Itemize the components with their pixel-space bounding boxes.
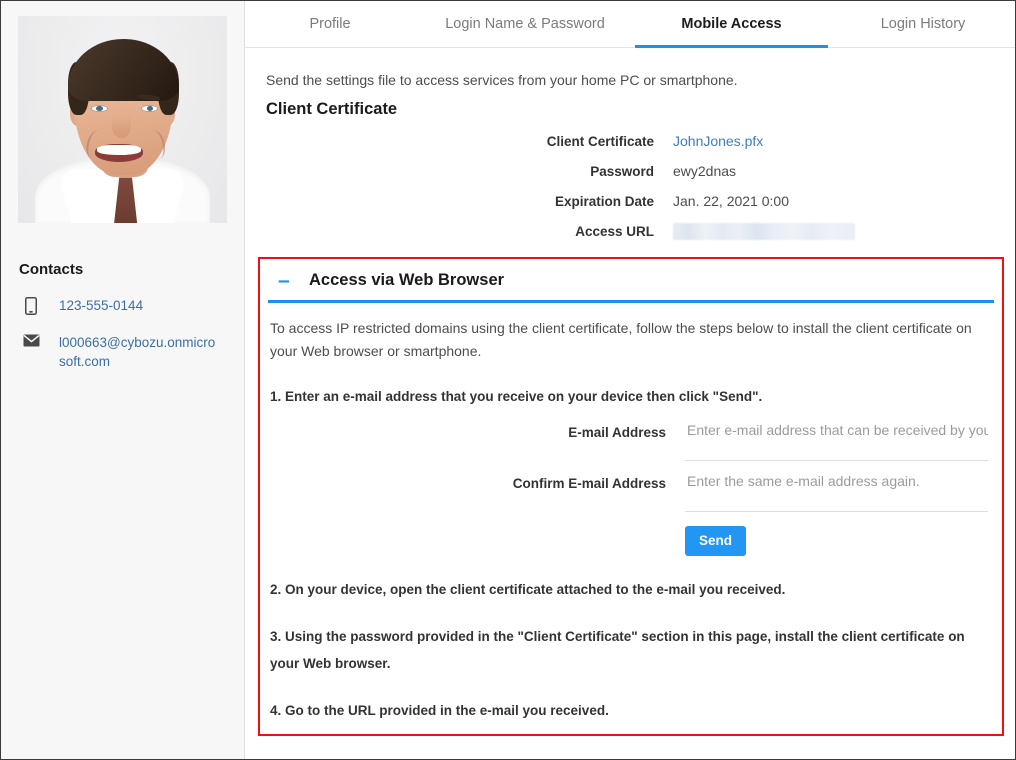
step-2-text: 2. On your device, open the client certi…: [270, 582, 786, 597]
contact-email-row[interactable]: l000663@cybozu.onmicrosoft.com: [21, 333, 244, 371]
step-1-text: 1. Enter an e-mail address that you rece…: [270, 389, 763, 404]
access-url-redacted-value: [673, 223, 855, 240]
step-3-text: 3. Using the password provided in the "C…: [270, 629, 965, 671]
content-area: Send the settings file to access service…: [245, 72, 1015, 759]
tab-login-history[interactable]: Login History: [828, 1, 1015, 47]
sidebar: Contacts 123-555-0144 l000663@cybozu.onm…: [1, 1, 245, 759]
web-browser-panel-title: Access via Web Browser: [309, 271, 505, 289]
confirm-email-address-input[interactable]: [685, 471, 988, 512]
client-certificate-heading: Client Certificate: [266, 100, 398, 118]
avatar: [18, 16, 227, 223]
tab-login-name-password-label: Login Name & Password: [445, 16, 605, 32]
tab-login-history-label: Login History: [880, 16, 966, 32]
tab-login-name-password[interactable]: Login Name & Password: [415, 1, 635, 47]
minus-icon[interactable]: –: [278, 270, 298, 291]
tab-mobile-access[interactable]: Mobile Access: [635, 1, 828, 48]
info-label-access-url: Access URL: [575, 224, 654, 239]
info-label-client-certificate: Client Certificate: [546, 133, 654, 149]
tab-bar: Profile Login Name & Password Mobile Acc…: [245, 1, 1015, 48]
web-browser-panel-body: To access IP restricted domains using th…: [260, 317, 1002, 734]
confirm-email-address-input-wrap: [685, 471, 988, 512]
tab-mobile-access-label: Mobile Access: [681, 16, 782, 32]
contact-phone-row[interactable]: 123-555-0144: [21, 296, 244, 315]
contact-phone-value[interactable]: 123-555-0144: [59, 296, 219, 315]
tab-profile[interactable]: Profile: [245, 1, 415, 47]
pupil-left-shape: [96, 105, 103, 111]
pupil-right-shape: [146, 105, 153, 111]
web-browser-panel-description: To access IP restricted domains using th…: [270, 320, 972, 359]
info-label-expiration-date: Expiration Date: [554, 193, 654, 209]
web-browser-panel-header[interactable]: – Access via Web Browser: [268, 259, 994, 303]
info-row-password: Password ewy2dnas: [245, 163, 1015, 179]
envelope-icon: [21, 334, 41, 347]
info-row-access-url: Access URL: [245, 223, 1015, 240]
info-label-password: Password: [590, 163, 654, 179]
teeth-shape: [97, 145, 142, 155]
confirm-email-address-label: Confirm E-mail Address: [512, 476, 666, 491]
email-address-label: E-mail Address: [568, 425, 666, 440]
confirm-email-address-row: Confirm E-mail Address: [268, 471, 994, 512]
expiration-date-value: Jan. 22, 2021 0:00: [673, 193, 789, 209]
email-address-input-wrap: [685, 420, 988, 461]
contact-email-value[interactable]: l000663@cybozu.onmicrosoft.com: [59, 333, 219, 371]
send-row-spacer: [268, 526, 685, 556]
contacts-heading: Contacts: [19, 261, 84, 278]
mouth-shape: [95, 144, 144, 162]
main-area: Profile Login Name & Password Mobile Acc…: [245, 1, 1015, 759]
send-button-row: Send: [268, 526, 994, 556]
page-root: Contacts 123-555-0144 l000663@cybozu.onm…: [0, 0, 1016, 760]
step-4-text: 4. Go to the URL provided in the e-mail …: [270, 703, 609, 718]
email-address-row: E-mail Address: [268, 420, 994, 461]
intro-text: Send the settings file to access service…: [266, 72, 738, 88]
client-certificate-file-link[interactable]: JohnJones.pfx: [673, 133, 763, 149]
nose-shape: [112, 115, 131, 139]
password-value: ewy2dnas: [673, 163, 737, 179]
tab-profile-label: Profile: [309, 16, 351, 32]
mobile-phone-icon: [21, 297, 41, 315]
info-row-client-certificate: Client Certificate JohnJones.pfx: [245, 133, 1015, 149]
info-row-expiration-date: Expiration Date Jan. 22, 2021 0:00: [245, 193, 1015, 209]
access-via-web-browser-panel: – Access via Web Browser To access IP re…: [258, 257, 1004, 736]
send-button[interactable]: Send: [685, 526, 747, 556]
email-address-input[interactable]: [685, 420, 988, 461]
